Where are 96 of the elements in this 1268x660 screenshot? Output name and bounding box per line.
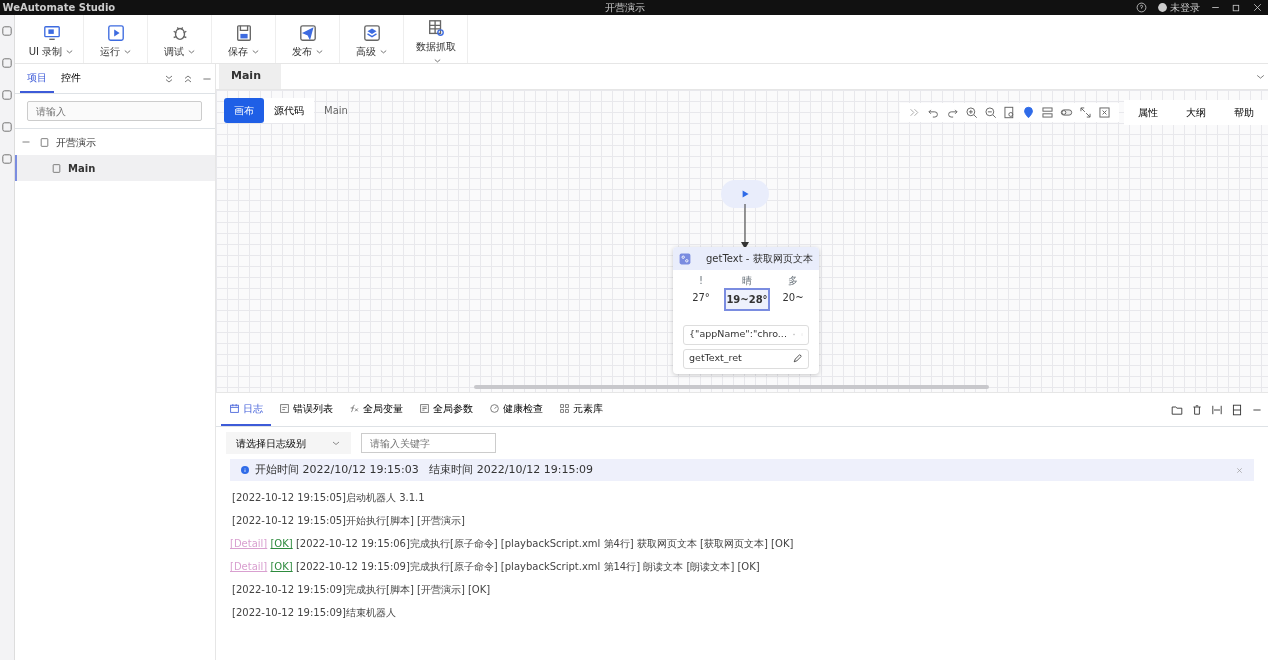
list-icon [279, 403, 290, 414]
login-status[interactable]: 未登录 [1170, 0, 1200, 15]
panel-tab[interactable]: 项目 [20, 64, 54, 93]
gauge-icon [489, 403, 500, 414]
connector-arrow [741, 204, 749, 249]
toolbar-button[interactable]: 高级 [340, 15, 404, 63]
log-panel-tab[interactable]: 健康检查 [481, 393, 551, 426]
temperature: 20~ [781, 290, 805, 305]
tree-item[interactable]: 开营演示 [15, 129, 215, 155]
view-tab[interactable]: 画布 [224, 98, 264, 123]
document-icon [419, 403, 430, 414]
log-line: [2022-10-12 19:15:09]完成执行[脚本] [开营演示] [OK] [231, 583, 492, 597]
file-icon [39, 136, 50, 148]
undo-icon[interactable] [927, 106, 940, 119]
node-title: getText - 获取网页文本 [706, 252, 813, 266]
trash-icon[interactable] [1191, 403, 1203, 416]
help-icon[interactable] [1135, 2, 1147, 13]
zoom-out-icon[interactable] [984, 106, 997, 119]
panel-icon[interactable] [1231, 403, 1243, 416]
view-tab[interactable]: 源代码 [264, 98, 314, 123]
layout-icon[interactable] [1041, 106, 1054, 119]
blocks-icon [559, 403, 570, 414]
scrollbar[interactable] [474, 385, 989, 389]
pencil-icon[interactable] [792, 353, 803, 364]
app-name: WeAutomate Studio [2, 1, 116, 15]
search-document-icon[interactable] [1003, 106, 1016, 119]
field-value: {"appName":"chro... [689, 327, 787, 342]
chevron-down-icon [186, 47, 196, 56]
toolbar-button[interactable]: 运行 [84, 15, 148, 63]
tree-item[interactable]: Main [15, 155, 215, 181]
log-panel-tab[interactable]: 日志 [221, 393, 271, 426]
toolbar-button[interactable]: 数据抓取 [404, 15, 468, 63]
stack-icon [362, 23, 381, 42]
window-title: 开营演示 [604, 1, 647, 15]
select-placeholder: 请选择日志级别 [236, 436, 306, 451]
info-icon [240, 465, 250, 475]
restore-icon[interactable] [1231, 2, 1242, 13]
log-panel-tab[interactable]: 全局参数 [411, 393, 481, 426]
fit-screen-icon[interactable] [1079, 106, 1092, 119]
close-icon[interactable] [1252, 2, 1263, 13]
function-icon [349, 403, 360, 414]
blocks-icon [679, 252, 691, 265]
toolbar-button[interactable]: 发布 [276, 15, 340, 63]
panel-tab[interactable]: 控件 [54, 64, 88, 93]
weather-label: ! [699, 273, 703, 288]
folder-icon[interactable] [1171, 403, 1183, 416]
weather-label: 多 [788, 273, 798, 288]
redo-icon[interactable] [946, 106, 959, 119]
side-panel-button[interactable]: 大纲 [1172, 100, 1220, 125]
monitor-icon [42, 23, 61, 42]
temperature: 27° [691, 290, 711, 305]
chevron-down-icon [378, 47, 388, 56]
log-line: [Detail] [OK] [2022-10-12 19:15:09]完成执行[原子命令] [playbackScript.xml 第14行] 朗读文本 [朗读文本] [OK] [229, 560, 761, 574]
view-tab[interactable]: Main [314, 98, 358, 123]
editor-tab[interactable]: Main [219, 64, 281, 89]
chevron-down-icon [122, 47, 132, 56]
avatar-icon [1156, 2, 1168, 13]
temperature: 19~28° [724, 287, 770, 311]
search-field[interactable]: 请输入 [27, 101, 202, 121]
log-panel-tab[interactable]: 元素库 [551, 393, 611, 426]
side-panel-button[interactable]: 帮助 [1220, 100, 1268, 125]
log-level-select[interactable]: 请选择日志级别 [226, 432, 351, 454]
calendar-icon [229, 403, 240, 414]
flow-file-icon [51, 162, 62, 174]
tree-label: 开营演示 [56, 135, 96, 150]
fit-width-icon[interactable] [1211, 403, 1223, 416]
keyword-field[interactable]: 请输入关键字 [361, 433, 496, 453]
log-line: [Detail] [OK] [2022-10-12 19:15:06]完成执行[原子命令] [playbackScript.xml 第4行] 获取网页文本 [获取网页文本] [OK] [229, 537, 795, 551]
toolbar-button[interactable]: 保存 [212, 15, 276, 63]
status-link[interactable]: [OK] [270, 538, 293, 549]
log-line: [2022-10-12 19:15:05]启动机器人 3.1.1 [231, 491, 426, 505]
chevron-down-icon [314, 47, 324, 56]
info-text: 开始时间 2022/10/12 19:15:03 结束时间 2022/10/12 19:15:09 [255, 461, 595, 478]
log-line: [2022-10-12 19:15:09]结束机器人 [231, 606, 397, 620]
status-link[interactable]: [OK] [270, 561, 293, 572]
field-value: getText_ret [689, 351, 743, 366]
log-line: [2022-10-12 19:15:05]开始执行[脚本] [开营演示] [231, 514, 466, 528]
table-icon [426, 19, 445, 37]
close-box-icon[interactable] [1098, 106, 1111, 119]
start-node[interactable] [721, 180, 769, 208]
log-panel-tab[interactable]: 全局变量 [341, 393, 411, 426]
chevron-down-icon [250, 47, 260, 56]
location-pin-icon[interactable] [1022, 106, 1035, 119]
paper-plane-icon [298, 23, 317, 42]
output-field[interactable]: getText_ret [683, 348, 809, 369]
tree-label: Main [68, 161, 96, 176]
action-node[interactable]: getText - 获取网页文本 ! 27° 晴 19~28° 多 20~ {"appName":"chro... getText_ret [673, 247, 819, 374]
play-icon [106, 23, 125, 42]
zoom-in-icon[interactable] [965, 106, 978, 119]
toolbar-button[interactable]: UI 录制 [20, 15, 84, 63]
toolbar-button[interactable]: 调试 [148, 15, 212, 63]
side-panel-button[interactable]: 属性 [1124, 100, 1172, 125]
log-panel-tab[interactable]: 错误列表 [271, 393, 341, 426]
chevron-down-icon [65, 47, 75, 56]
weather-label: 晴 [742, 273, 752, 288]
toggle-switch-icon[interactable] [1060, 106, 1073, 119]
